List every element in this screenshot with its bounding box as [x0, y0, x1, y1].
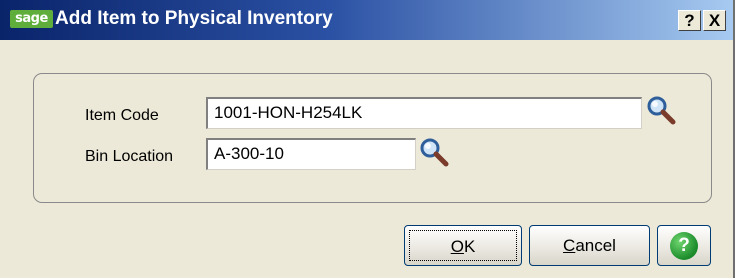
help-icon: ?	[670, 232, 698, 260]
ok-button[interactable]: OK	[404, 225, 522, 266]
sage-logo: sage	[10, 10, 53, 28]
ok-button-focus: OK	[409, 230, 517, 261]
bin-location-label: Bin Location	[85, 148, 174, 165]
item-code-label: Item Code	[85, 107, 159, 124]
cancel-label-rest: ancel	[575, 236, 616, 255]
cancel-mnemonic: C	[563, 236, 576, 255]
cancel-button[interactable]: Cancel	[529, 225, 650, 266]
bin-location-lookup-icon[interactable]	[419, 137, 449, 167]
item-code-field[interactable]: 1001-HON-H254LK	[206, 97, 642, 129]
titlebar-help-button[interactable]: ?	[678, 10, 701, 31]
item-code-lookup-icon[interactable]	[646, 95, 676, 125]
dialog-window: sage Add Item to Physical Inventory ? X …	[0, 0, 735, 278]
bin-location-field[interactable]: A-300-10	[206, 138, 416, 170]
window-title: Add Item to Physical Inventory	[55, 8, 333, 29]
titlebar-close-button[interactable]: X	[703, 10, 726, 31]
ok-mnemonic: O	[450, 237, 464, 256]
title-bar[interactable]: sage Add Item to Physical Inventory ? X	[0, 0, 733, 40]
help-button[interactable]: ?	[657, 225, 711, 266]
ok-label-rest: K	[463, 237, 476, 256]
